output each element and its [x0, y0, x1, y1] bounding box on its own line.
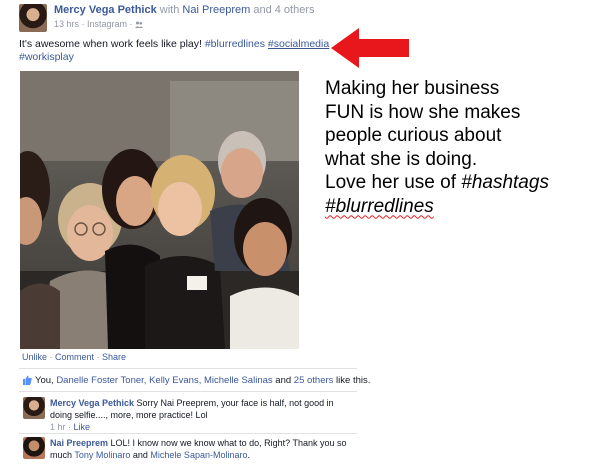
post-actions: Unlike · Comment · Share [22, 352, 127, 362]
post-status: It's awesome when work feels like play! … [19, 38, 339, 64]
likes-suffix: like this. [333, 375, 371, 386]
note-line: what she is doing. [325, 148, 478, 170]
divider [19, 391, 357, 392]
note-line: FUN is how she makes [325, 101, 521, 123]
note-line: people curious about [325, 125, 502, 146]
and-others-link[interactable]: and 4 others [250, 4, 314, 16]
share-link[interactable]: Share [102, 352, 126, 362]
thumbs-up-icon [22, 375, 32, 385]
likes-and: and [272, 375, 294, 386]
tagged-friend-link[interactable]: Nai Preeprem [182, 4, 250, 16]
comment-end: . [247, 450, 250, 460]
divider [19, 368, 357, 369]
post-header: Mercy Vega Pethick with Nai Preeprem and… [54, 4, 315, 16]
commenter-name-link[interactable]: Nai Preeprem [50, 438, 108, 448]
mention-link[interactable]: Michele Sapan-Molinaro [150, 450, 247, 460]
note-line: #blurredlines [325, 195, 595, 219]
author-name-link[interactable]: Mercy Vega Pethick [54, 4, 157, 16]
red-arrow-left-icon [331, 28, 411, 73]
note-love-prefix: Love her use of [325, 172, 462, 193]
note-hashtag: #hashtags [461, 172, 549, 193]
note-line: Love her use of #hashtags [325, 171, 595, 195]
commenter-avatar[interactable] [23, 397, 45, 419]
annotation-note: Making her business FUN is how she makes… [325, 77, 595, 218]
friends-icon [135, 20, 144, 28]
hashtag-link[interactable]: #blurredlines [205, 38, 265, 50]
hashtag-link[interactable]: #socialmedia [268, 38, 329, 50]
divider [19, 433, 357, 434]
status-text: It's awesome when work feels like play! [19, 38, 202, 50]
facebook-post: Mercy Vega Pethick with Nai Preeprem and… [0, 0, 370, 464]
comment-body: Mercy Vega Pethick Sorry Nai Preeprem, y… [50, 398, 334, 432]
comment-time[interactable]: 1 hr [50, 422, 66, 432]
with-text: with [156, 4, 183, 16]
note-hashtag: #blurredlines [325, 195, 434, 217]
likes-others-link[interactable]: 25 others [294, 375, 334, 386]
unlike-link[interactable]: Unlike [22, 352, 47, 362]
comment-link[interactable]: Comment [55, 352, 94, 362]
comment-body: Nai Preeprem LOL! I know now we know wha… [50, 437, 350, 461]
commenter-avatar[interactable] [23, 437, 45, 459]
comment-like-link[interactable]: Like [74, 422, 91, 432]
likers-names-link[interactable]: Danelle Foster Toner, Kelly Evans, Miche… [56, 375, 272, 386]
post-time[interactable]: 13 hrs · Instagram · [54, 19, 135, 29]
author-avatar[interactable] [19, 4, 47, 32]
post-photo[interactable] [20, 71, 299, 349]
commenter-name-link[interactable]: Mercy Vega Pethick [50, 398, 134, 408]
comment-and: and [130, 450, 151, 460]
hashtag-link[interactable]: #workisplay [19, 51, 74, 63]
post-meta: 13 hrs · Instagram · [54, 19, 144, 29]
likes-summary: You, Danelle Foster Toner, Kelly Evans, … [22, 375, 370, 386]
note-line: Making her business [325, 78, 500, 99]
mention-link[interactable]: Tony Molinaro [74, 450, 130, 460]
likes-you: You, [35, 375, 57, 386]
